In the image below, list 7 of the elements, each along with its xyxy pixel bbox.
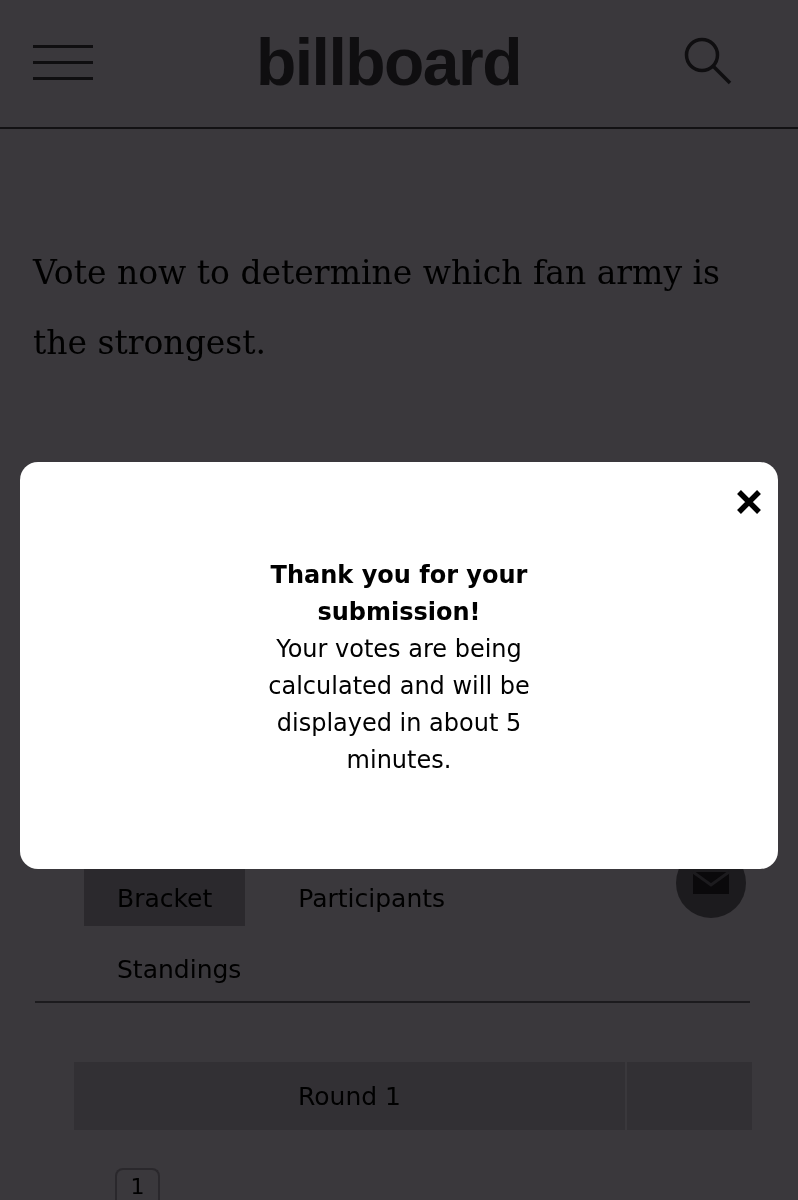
tab[interactable]: Standings <box>84 926 275 997</box>
close-icon[interactable] <box>736 489 762 515</box>
modal-title: Thank you for your submission! <box>269 559 529 628</box>
modal-message: Your votes are being calculated and will be displayed in about 5 minutes. <box>267 633 531 776</box>
intro-text: Vote now to determine which fan army is the strongest. <box>33 252 722 364</box>
seed-number: 1 <box>115 1168 160 1200</box>
tab[interactable]: Participants <box>265 855 479 926</box>
